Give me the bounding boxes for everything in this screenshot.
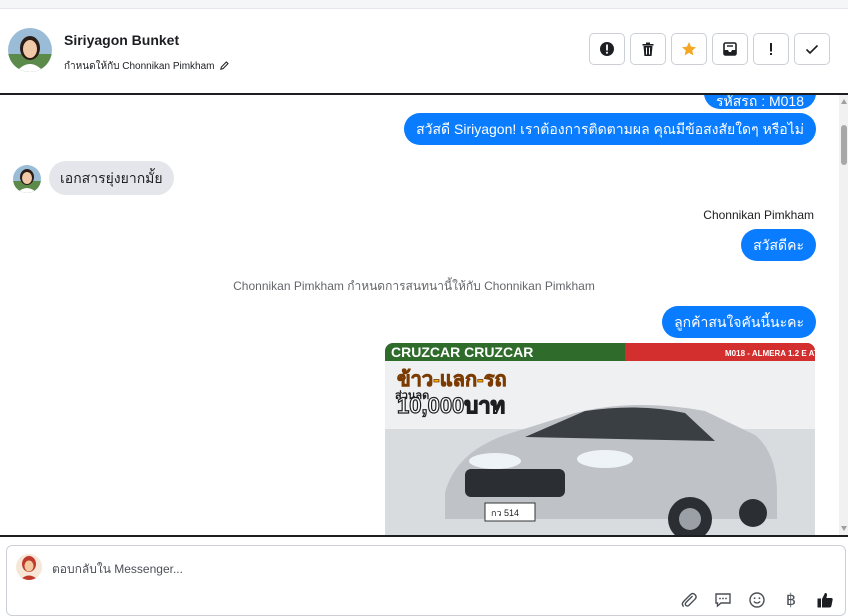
- assignment-text: กำหนดให้กับ Chonnikan Pimkham: [64, 61, 215, 72]
- top-strip: [0, 0, 848, 9]
- thread-scrollbar[interactable]: [839, 95, 848, 535]
- archive-button[interactable]: [712, 33, 748, 65]
- promo-amount: 10,000บาท: [397, 393, 505, 418]
- outgoing-message: รหัสรถ : M018: [704, 95, 816, 109]
- model-tag-text: M018 - ALMERA 1.2 E AT: [725, 349, 815, 358]
- message-thread[interactable]: รหัสรถ : M018 สวัสดี Siriyagon! เราต้องก…: [0, 95, 848, 535]
- edit-pencil-icon[interactable]: [219, 60, 230, 74]
- scroll-up-arrow-icon[interactable]: [841, 99, 847, 104]
- banner-left-text: CRUZCAR CRUZCAR: [391, 344, 533, 360]
- alert-circle-icon: [600, 42, 614, 56]
- baht-icon[interactable]: ฿: [781, 590, 801, 610]
- plate-text: กว 514: [491, 508, 519, 518]
- delete-button[interactable]: [630, 33, 666, 65]
- contact-name: Siriyagon Bunket: [64, 32, 180, 48]
- composer-divider: [0, 535, 848, 537]
- exclamation-icon: [770, 43, 772, 55]
- mark-important-button[interactable]: [753, 33, 789, 65]
- checkmark-icon: [805, 44, 819, 55]
- trash-icon: [642, 42, 654, 56]
- outgoing-message: สวัสดีคะ: [741, 229, 816, 261]
- chat-bubble-icon[interactable]: [713, 590, 733, 610]
- header-actions: [589, 33, 830, 65]
- reply-input[interactable]: [52, 562, 652, 576]
- outgoing-message: สวัสดี Siriyagon! เราต้องการติดตามผล คุณ…: [404, 113, 816, 145]
- assignment-info: กำหนดให้กับ Chonnikan Pimkham: [64, 59, 230, 74]
- contact-avatar[interactable]: [8, 28, 52, 72]
- scroll-down-arrow-icon[interactable]: [841, 526, 847, 531]
- composer-tools: ฿: [679, 590, 835, 610]
- scroll-thumb[interactable]: [841, 125, 847, 165]
- thumbs-up-icon[interactable]: [815, 590, 835, 610]
- archive-icon: [723, 42, 737, 56]
- system-note: Chonnikan Pimkham กำหนดการสนทนานี้ให้กับ…: [233, 279, 595, 293]
- sender-name: Chonnikan Pimkham: [703, 208, 814, 222]
- car-photo[interactable]: CRUZCAR CRUZCAR M018 - ALMERA 1.2 E AT ข…: [385, 343, 815, 535]
- agent-avatar: [16, 554, 42, 580]
- promo-line1: ข้าว-แลก-รถ: [397, 368, 507, 391]
- customer-avatar: [13, 165, 41, 193]
- incoming-message: เอกสารยุ่งยากมั้ย: [49, 161, 174, 195]
- conversation-header: Siriyagon Bunket กำหนดให้กับ Chonnikan P…: [0, 9, 848, 93]
- reply-composer: ฿: [6, 545, 846, 616]
- smiley-icon[interactable]: [747, 590, 767, 610]
- mark-done-button[interactable]: [794, 33, 830, 65]
- star-button[interactable]: [671, 33, 707, 65]
- star-icon: [682, 42, 696, 56]
- report-spam-button[interactable]: [589, 33, 625, 65]
- attachment-icon[interactable]: [679, 590, 699, 610]
- outgoing-message: ลูกค้าสนใจคันนี้นะคะ: [662, 306, 816, 338]
